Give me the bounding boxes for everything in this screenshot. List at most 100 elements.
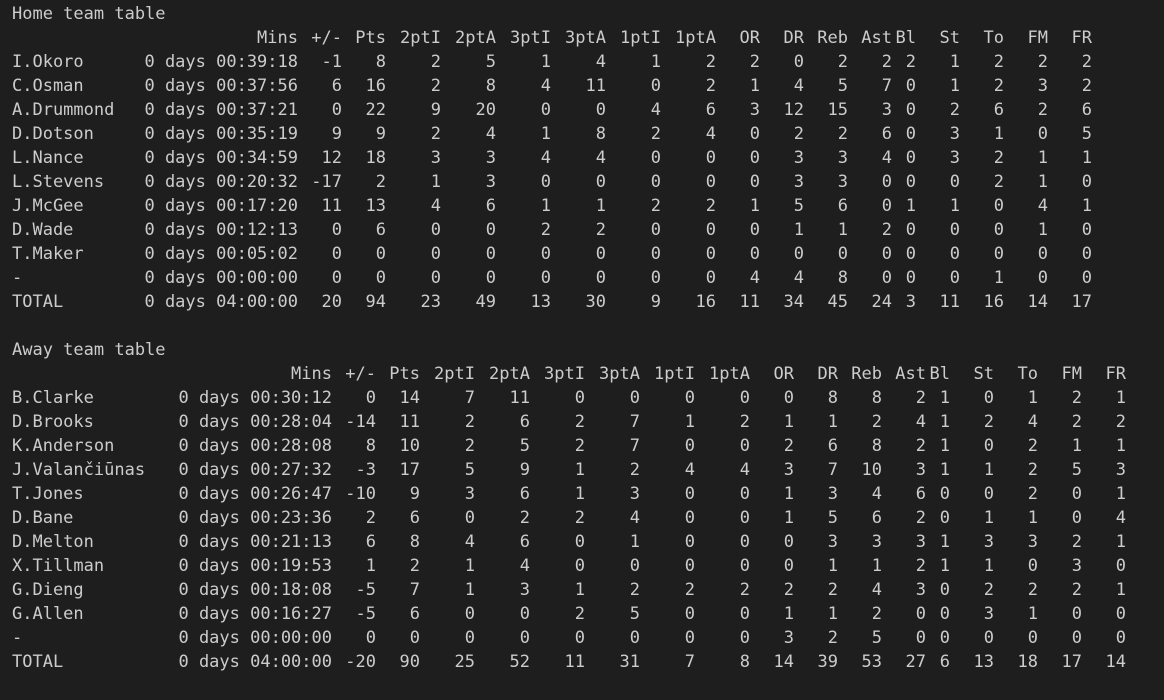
stat-cell: 16 xyxy=(983,292,1004,312)
stat-cell: 0 xyxy=(684,628,695,648)
stat-cell: 17 xyxy=(399,460,420,480)
stat-cell: 8 xyxy=(871,388,882,408)
stat-cell: 3 xyxy=(430,148,441,168)
stat-cell: 1 xyxy=(1115,388,1126,408)
stat-cell: 4 xyxy=(430,196,441,216)
stat-cell: 1 xyxy=(1115,532,1126,552)
total-row: TOTAL 0 days 04:00:00 -20 90 25 52 11 31 7 8 14 39 5… xyxy=(12,650,1126,674)
stat-cell: 2 xyxy=(1037,52,1048,72)
stat-cell: 0 xyxy=(939,580,950,600)
cell-mins: 0 days 00:28:04 xyxy=(178,412,332,432)
stat-cell: -5 xyxy=(355,580,376,600)
col-header-pts: Pts xyxy=(389,364,420,384)
col-header-3pti: 3ptI xyxy=(544,364,585,384)
cell-mins: 0 days 00:12:13 xyxy=(144,220,298,240)
stat-cell: 0 xyxy=(430,244,441,264)
player-name: L.Stevens xyxy=(12,172,105,192)
stat-cell: 0 xyxy=(684,388,695,408)
header-row: Mins +/- Pts 2ptI 2ptA 3ptI 3ptA 1ptI 1p… xyxy=(12,26,1092,50)
stat-cell: 4 xyxy=(684,460,695,480)
stat-cell: 2 xyxy=(915,388,926,408)
stat-cell: 7 xyxy=(827,460,838,480)
stat-cell: 2 xyxy=(1071,412,1082,432)
col-header-2pta: 2ptA xyxy=(489,364,530,384)
player-name: G.Dieng xyxy=(12,580,84,600)
stat-cell: 0 xyxy=(485,268,496,288)
player-name: D.Wade xyxy=(12,220,74,240)
stat-cell: 1 xyxy=(783,484,794,504)
stat-cell: 0 xyxy=(783,388,794,408)
stat-cell: 23 xyxy=(420,292,441,312)
stat-cell: 4 xyxy=(595,52,606,72)
player-name: I.Okoro xyxy=(12,52,84,72)
stat-cell: 5 xyxy=(1071,460,1082,480)
stat-cell: 2 xyxy=(1037,100,1048,120)
stat-cell: 0 xyxy=(540,244,551,264)
header-blank xyxy=(12,26,132,50)
stat-cell: 5 xyxy=(827,508,838,528)
stat-cell: 6 xyxy=(409,508,420,528)
stat-cell: 1 xyxy=(464,556,475,576)
stat-cell: 0 xyxy=(595,100,606,120)
stat-cell: 0 xyxy=(1027,628,1038,648)
stat-cell: 39 xyxy=(817,652,838,672)
stat-cell: 0 xyxy=(1081,220,1092,240)
stat-cell: 11 xyxy=(939,292,960,312)
stat-cell: 0 xyxy=(705,148,716,168)
player-row: D.Wade 0 days 00:12:13 0 6 0 0 2 2 0 0 0 1 1 2 0 0 0 1 0 xyxy=(12,218,1092,242)
stat-cell: 3 xyxy=(949,124,960,144)
col-header-3pta: 3ptA xyxy=(565,28,606,48)
stat-cell: 3 xyxy=(827,484,838,504)
stat-cell: 3 xyxy=(793,172,804,192)
stat-cell: 8 xyxy=(871,436,882,456)
stat-cell: 31 xyxy=(619,652,640,672)
stat-cell: 0 xyxy=(464,604,475,624)
col-header-2pta: 2ptA xyxy=(455,28,496,48)
stat-cell: 4 xyxy=(595,148,606,168)
stat-cell: 0 xyxy=(783,556,794,576)
stat-cell: 4 xyxy=(650,100,661,120)
stat-cell: 2 xyxy=(574,412,585,432)
stat-cell: 6 xyxy=(837,196,848,216)
col-header-fm: FM xyxy=(1027,28,1048,48)
stat-cell: 9 xyxy=(409,484,420,504)
stat-cell: 2 xyxy=(629,580,640,600)
col-header-3pti: 3ptI xyxy=(510,28,551,48)
stat-cell: 30 xyxy=(585,292,606,312)
stat-cell: 2 xyxy=(574,604,585,624)
stat-cell: 3 xyxy=(749,100,760,120)
stat-cell: 2 xyxy=(684,580,695,600)
stat-cell: 0 xyxy=(905,244,916,264)
stat-cell: 1 xyxy=(629,532,640,552)
stat-cell: 0 xyxy=(595,268,606,288)
player-row: J.McGee 0 days 00:17:20 11 13 4 6 1 1 2 2 1 5 6 0 1 1 0 4… xyxy=(12,194,1092,218)
stat-cell: 1 xyxy=(939,460,950,480)
stat-cell: 0 xyxy=(949,172,960,192)
stat-cell: 24 xyxy=(871,292,892,312)
stat-cell: 4 xyxy=(464,532,475,552)
player-row: D.Brooks 0 days 00:28:04 -14 11 2 6 2 7 1 2 1 1 2 4 1 2… xyxy=(12,410,1126,434)
player-row: L.Stevens 0 days 00:20:32 -17 2 1 3 0 0 0 0 0 3 3 0 0 0… xyxy=(12,170,1092,194)
stat-cell: 49 xyxy=(475,292,496,312)
stat-cell: 6 xyxy=(331,76,342,96)
stat-cell: 14 xyxy=(1105,652,1126,672)
stat-cell: 0 xyxy=(793,52,804,72)
stat-cell: 2 xyxy=(1115,412,1126,432)
col-header-1pti: 1ptI xyxy=(620,28,661,48)
stat-cell: 0 xyxy=(739,508,750,528)
col-header-to: To xyxy=(1017,364,1038,384)
stat-cell: 8 xyxy=(827,388,838,408)
stat-cell: 0 xyxy=(905,148,916,168)
stat-cell: 2 xyxy=(464,436,475,456)
stat-cell: 1 xyxy=(749,196,760,216)
stat-cell: 0 xyxy=(485,220,496,240)
stat-cell: 4 xyxy=(1027,412,1038,432)
stat-cell: 1 xyxy=(827,556,838,576)
stat-cell: 0 xyxy=(1115,628,1126,648)
stat-cell: 0 xyxy=(1071,604,1082,624)
stat-cell: 2 xyxy=(915,508,926,528)
stat-cell: 0 xyxy=(739,532,750,552)
stat-cell: 27 xyxy=(905,652,926,672)
stat-cell: 5 xyxy=(871,628,882,648)
stat-cell: 6 xyxy=(375,220,386,240)
